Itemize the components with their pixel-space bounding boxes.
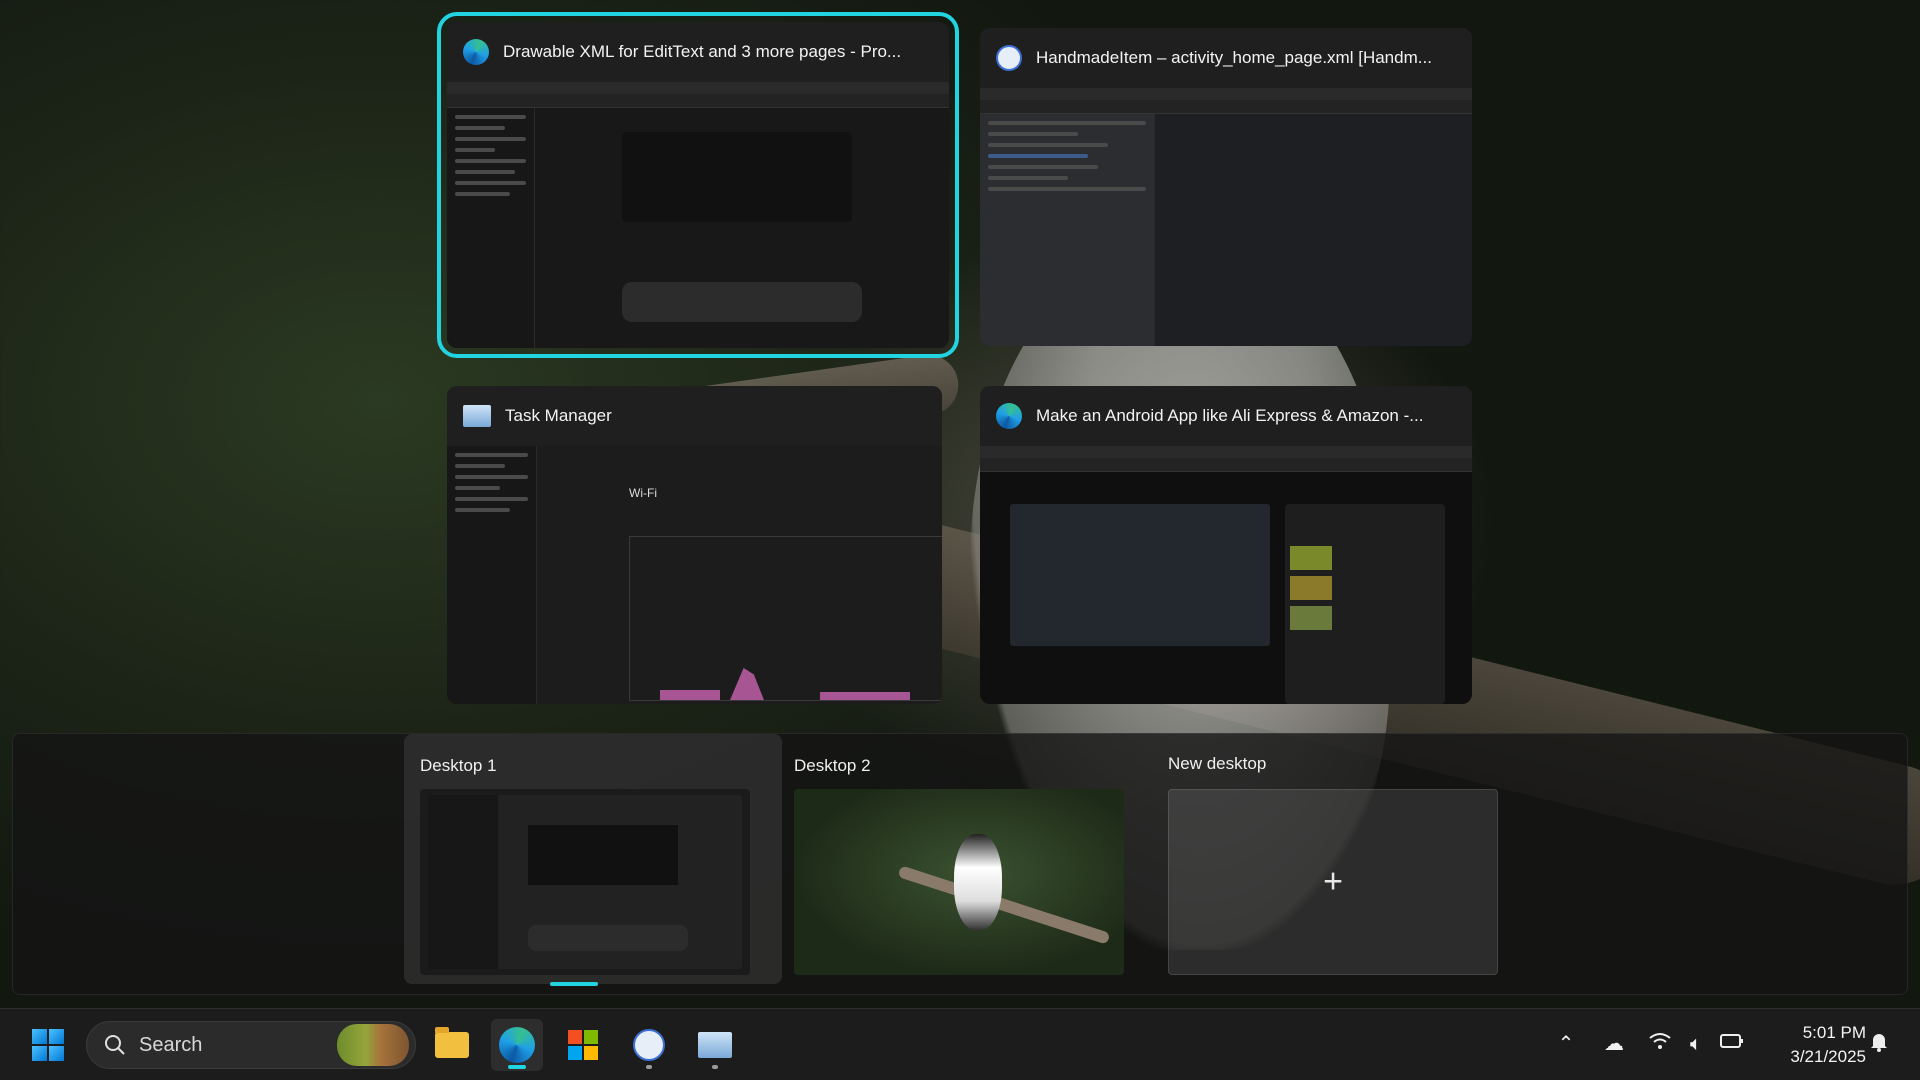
folder-icon (435, 1027, 469, 1058)
task-manager-icon (463, 405, 491, 427)
android-studio-taskbar-button[interactable] (623, 1019, 675, 1071)
desktop-1[interactable]: Desktop 1 (404, 734, 782, 986)
search-box[interactable]: Search (86, 1021, 416, 1069)
android-studio-icon (996, 45, 1022, 71)
search-highlight-art (337, 1024, 409, 1066)
window-card-android-studio[interactable]: HandmadeItem – activity_home_page.xml [H… (980, 28, 1472, 346)
window-header: Make an Android App like Ali Express & A… (980, 386, 1472, 446)
window-header: HandmadeItem – activity_home_page.xml [H… (980, 28, 1472, 88)
window-card-edge-chatgpt[interactable]: Drawable XML for EditText and 3 more pag… (437, 12, 959, 358)
desktop-label: New desktop (1168, 754, 1267, 773)
start-button[interactable] (22, 1019, 74, 1071)
window-preview: Wi-Fi (447, 446, 942, 704)
edge-taskbar-button[interactable] (491, 1019, 543, 1071)
search-placeholder: Search (139, 1033, 203, 1056)
window-card-edge-youtube[interactable]: Make an Android App like Ali Express & A… (980, 386, 1472, 704)
plus-icon: + (1323, 862, 1343, 901)
window-title: Task Manager (505, 406, 612, 425)
window-preview (980, 446, 1472, 704)
desktop-label: Desktop 2 (794, 756, 871, 775)
store-button[interactable] (557, 1019, 609, 1071)
clock-time: 5:01 PM (1802, 1023, 1866, 1042)
window-card-task-manager[interactable]: Task Manager Wi-Fi (447, 386, 942, 704)
edge-icon (499, 1027, 535, 1063)
volume-icon[interactable]: 🔈︎ (1683, 1031, 1709, 1057)
desktop-thumbnail (794, 789, 1124, 975)
wifi-icon[interactable] (1647, 1031, 1673, 1057)
notification-bell-icon[interactable] (1866, 1031, 1892, 1057)
battery-icon[interactable] (1719, 1031, 1745, 1057)
edge-icon (996, 403, 1022, 429)
task-manager-icon (698, 1032, 732, 1058)
show-hidden-icons-chevron-icon[interactable]: ⌃ (1553, 1031, 1579, 1057)
android-studio-icon (633, 1029, 665, 1061)
window-title: HandmadeItem – activity_home_page.xml [H… (1036, 48, 1432, 67)
taskbar: Search ⌃ ☁ 🔈︎ 5:01 PM 3/21/2025 (0, 1008, 1920, 1080)
window-title: Drawable XML for EditText and 3 more pag… (503, 42, 902, 61)
windows-logo-icon (32, 1029, 64, 1061)
edge-icon (463, 39, 489, 65)
virtual-desktops-bar: Desktop 1 Desktop 2 New desktop + (12, 733, 1908, 995)
store-icon (568, 1030, 598, 1060)
window-header: Task Manager (447, 386, 942, 446)
task-manager-taskbar-button[interactable] (689, 1019, 741, 1071)
desktop-2[interactable]: Desktop 2 (778, 734, 1156, 984)
window-preview (447, 82, 949, 348)
desktop-label: Desktop 1 (420, 756, 497, 775)
network-graph (629, 536, 942, 701)
tm-section-label: Wi-Fi (629, 486, 657, 500)
desktop-thumbnail (420, 789, 750, 975)
clock-date: 3/21/2025 (1790, 1047, 1866, 1066)
new-desktop-tile: + (1168, 789, 1498, 975)
clock[interactable]: 5:01 PM 3/21/2025 (1766, 1021, 1866, 1069)
search-icon (105, 1035, 125, 1055)
window-title: Make an Android App like Ali Express & A… (1036, 406, 1424, 425)
window-header: Drawable XML for EditText and 3 more pag… (447, 22, 949, 82)
file-explorer-button[interactable] (426, 1019, 478, 1071)
onedrive-icon[interactable]: ☁ (1601, 1031, 1627, 1057)
window-preview (980, 88, 1472, 346)
current-desktop-indicator (550, 982, 598, 986)
new-desktop-button[interactable]: New desktop + (1152, 734, 1530, 984)
